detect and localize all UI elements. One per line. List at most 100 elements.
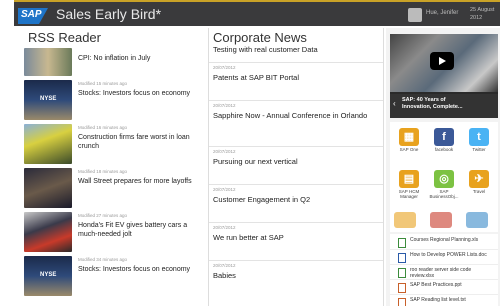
avatar[interactable]	[408, 8, 422, 22]
rss-headline: Stocks: Investors focus on economy	[78, 266, 191, 273]
app-sap-businessobjects[interactable]: ◎ SAP BusinessObj...	[427, 168, 461, 202]
rss-item-1[interactable]: NYSE Modified 15 minutes ago Stocks: Inv…	[24, 80, 203, 122]
modified-time: Modified 34 minutes ago	[78, 257, 128, 262]
app-label: Travel	[472, 189, 486, 194]
sap-one-icon: ▦	[399, 128, 419, 146]
rss-headline: CPI: No inflation in July	[78, 55, 151, 62]
rss-thumb-4	[24, 212, 72, 252]
news-subtitle: Testing with real customer Data	[213, 45, 318, 54]
modified-time: Modified 27 minutes ago	[78, 213, 128, 218]
modified-time: Modified 16 minutes ago	[78, 125, 128, 130]
rss-thumb-1: NYSE	[24, 80, 72, 120]
news-item-title: Patents at SAP BIT Portal	[213, 73, 300, 82]
document-icon	[398, 238, 406, 248]
rss-thumb-5: NYSE	[24, 256, 72, 296]
doc-item-4[interactable]: SAP Reading list level.txt	[390, 296, 498, 306]
rss-reader-panel: RSS Reader CPI: No inflation in July NYS…	[24, 28, 203, 306]
doc-item-1[interactable]: How to Develop POWER Lists.doc	[390, 251, 498, 265]
news-item-title: We run better at SAP	[213, 233, 284, 242]
thumb-label: NYSE	[40, 272, 57, 278]
news-item-title: Customer Engagement in Q2	[213, 195, 311, 204]
news-date: 20/07/2012	[213, 225, 236, 230]
rss-item-3[interactable]: Modified 18 minutes ago Wall Street prep…	[24, 168, 203, 210]
top-bar: SAP Sales Early Bird* Hue, Jenifer 25 Au…	[14, 0, 500, 26]
news-date: 20/07/2012	[213, 187, 236, 192]
rss-item-4[interactable]: Modified 27 minutes ago Honda's Fit EV g…	[24, 212, 203, 254]
doc-name: Courses Regional Planning.xls	[410, 237, 479, 243]
news-item-5[interactable]: 20/07/2012 Babies	[209, 260, 383, 282]
app-launcher: ▦ SAP One f facebook t Twitter ▤ SAP HCM…	[390, 122, 498, 232]
travel-icon: ✈	[469, 170, 489, 188]
app-sap-hcm[interactable]: ▤ SAP HCM Manager	[392, 168, 426, 202]
date-line-1: 25 August	[470, 7, 495, 13]
rss-title: RSS Reader	[28, 30, 101, 45]
businessobjects-icon: ◎	[434, 170, 454, 188]
app-label: SAP One	[399, 147, 419, 152]
document-icon	[398, 268, 406, 278]
app-travel[interactable]: ✈ Travel	[462, 168, 496, 202]
app-label: SAP HCM Manager	[398, 189, 420, 199]
app-title: Sales Early Bird*	[56, 6, 162, 22]
news-date: 20/07/2012	[213, 149, 236, 154]
rss-item-0[interactable]: CPI: No inflation in July	[24, 48, 203, 78]
rss-item-5[interactable]: NYSE Modified 34 minutes ago Stocks: Inv…	[24, 256, 203, 298]
thumb-label: NYSE	[40, 96, 57, 102]
app-sap-one[interactable]: ▦ SAP One	[392, 126, 426, 160]
date-line-2: 2012	[470, 15, 483, 21]
doc-name: roo reader server side code review.xlsx	[410, 267, 472, 279]
facebook-icon: f	[434, 128, 454, 146]
rss-headline: Honda's Fit EV gives battery cars a much…	[78, 222, 188, 238]
app-partial-2[interactable]	[430, 212, 452, 228]
news-item-3[interactable]: 20/07/2012 Customer Engagement in Q2	[209, 184, 383, 206]
news-item-1[interactable]: 20/07/2012 Sapphire Now - Annual Confere…	[209, 100, 383, 122]
news-item-title: Pursuing our next vertical	[213, 157, 298, 166]
news-item-2[interactable]: 20/07/2012 Pursuing our next vertical	[209, 146, 383, 168]
left-gutter	[14, 26, 24, 306]
app-label: facebook	[434, 147, 454, 152]
news-item-4[interactable]: 20/07/2012 We run better at SAP	[209, 222, 383, 244]
news-date: 20/07/2012	[213, 103, 236, 108]
news-date: 20/07/2012	[213, 263, 236, 268]
sap-logo: SAP	[18, 8, 48, 24]
right-panel: ‹ SAP: 40 Years of Innovation, Complete.…	[386, 28, 500, 306]
app-twitter[interactable]: t Twitter	[462, 126, 496, 160]
doc-name: SAP Best Practices.ppt	[410, 282, 462, 288]
chevron-left-icon[interactable]: ‹	[393, 100, 396, 108]
doc-item-2[interactable]: roo reader server side code review.xlsx	[390, 266, 498, 280]
user-name[interactable]: Hue, Jenifer	[426, 10, 458, 16]
app-label: Twitter	[472, 147, 486, 152]
modified-time: Modified 18 minutes ago	[78, 169, 128, 174]
doc-item-0[interactable]: Courses Regional Planning.xls	[390, 236, 498, 250]
documents-list: Courses Regional Planning.xls How to Dev…	[390, 234, 498, 306]
rss-thumb-0	[24, 48, 72, 76]
video-caption-line1: SAP: 40 Years of	[402, 97, 446, 103]
rss-headline: Stocks: Investors focus on economy	[78, 90, 191, 97]
app-partial-1[interactable]	[394, 212, 416, 228]
video-player[interactable]: ‹ SAP: 40 Years of Innovation, Complete.…	[390, 34, 498, 118]
play-icon[interactable]	[430, 52, 454, 70]
document-icon	[398, 298, 406, 306]
video-caption: ‹ SAP: 40 Years of Innovation, Complete.…	[390, 94, 498, 118]
news-title: Corporate News	[213, 30, 307, 45]
corporate-news-panel: Corporate News Testing with real custome…	[208, 28, 384, 306]
doc-item-3[interactable]: SAP Best Practices.ppt	[390, 281, 498, 295]
modified-time: Modified 15 minutes ago	[78, 81, 128, 86]
video-caption-line2: Innovation, Complete...	[402, 104, 463, 110]
app-partial-3[interactable]	[466, 212, 488, 228]
document-icon	[398, 253, 406, 263]
app-label: SAP BusinessObj...	[429, 189, 459, 199]
hcm-icon: ▤	[399, 170, 419, 188]
rss-headline: Wall Street prepares for more layoffs	[78, 178, 192, 185]
document-icon	[398, 283, 406, 293]
doc-name: SAP Reading list level.txt	[410, 297, 466, 303]
rss-thumb-3	[24, 168, 72, 208]
logo-text: SAP	[21, 9, 42, 20]
twitter-icon: t	[469, 128, 489, 146]
rss-item-2[interactable]: Modified 16 minutes ago Construction fir…	[24, 124, 203, 166]
rss-headline: Construction firms fare worst in loan cr…	[78, 134, 190, 150]
app-window: SAP Sales Early Bird* Hue, Jenifer 25 Au…	[0, 0, 500, 306]
doc-name: How to Develop POWER Lists.doc	[410, 252, 487, 258]
app-facebook[interactable]: f facebook	[427, 126, 461, 160]
news-item-0[interactable]: 20/07/2012 Patents at SAP BIT Portal	[209, 62, 383, 84]
news-item-title: Babies	[213, 271, 236, 280]
